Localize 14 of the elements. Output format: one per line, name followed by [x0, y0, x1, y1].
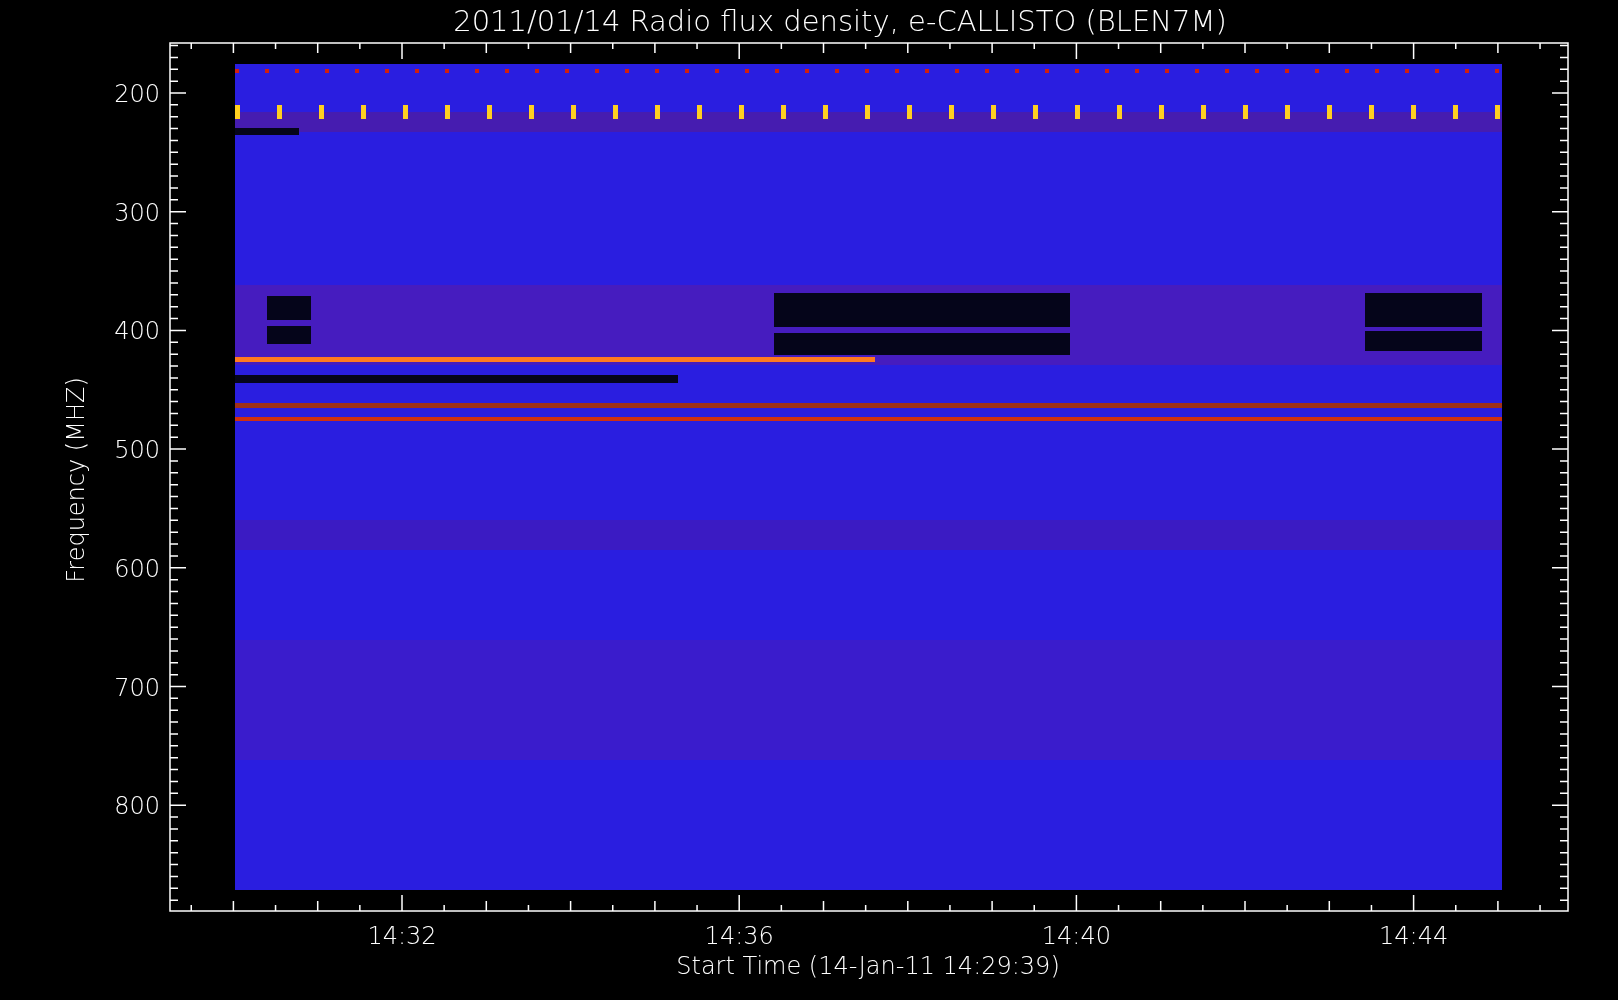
tick-label: 600	[114, 554, 160, 583]
chart-title: 2011/01/14 Radio flux density, e-CALLISTO (BLEN7M)	[453, 4, 1227, 38]
tick-label: 14:40	[1041, 922, 1111, 950]
tick-label: 200	[114, 80, 160, 108]
tick-label: 14:44	[1379, 922, 1449, 950]
tick-label: 400	[114, 317, 160, 346]
tick-label: 14:36	[704, 922, 774, 950]
tick-label: 700	[114, 673, 160, 702]
tick-label: 800	[114, 792, 160, 821]
axis-title: Start Time (14-Jan-11 14:29:39)	[676, 952, 1060, 980]
tick-label: 14:32	[367, 922, 437, 950]
tick-label: 500	[114, 436, 160, 465]
tick-label: 300	[114, 198, 160, 227]
axis-title: Frequency (MHZ)	[62, 377, 90, 583]
